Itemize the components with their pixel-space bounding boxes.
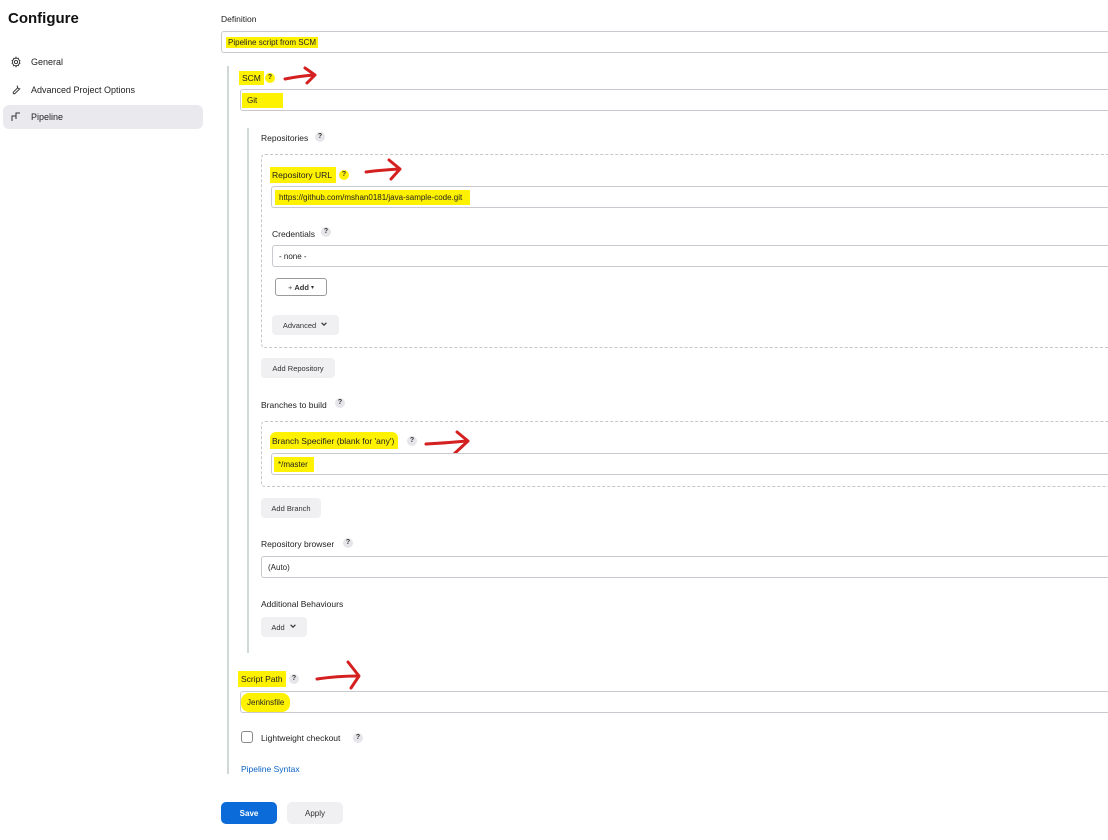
script-path-help-icon[interactable]: ? xyxy=(289,674,299,684)
repository-browser-select[interactable]: (Auto) xyxy=(261,556,1108,578)
definition-label: Definition xyxy=(221,14,257,24)
lightweight-checkout-label: Lightweight checkout xyxy=(261,733,341,743)
sidebar-item-label: Pipeline xyxy=(31,112,64,122)
page-title: Configure xyxy=(8,10,79,27)
credentials-select[interactable]: - none - xyxy=(272,245,1108,267)
add-behaviour-button[interactable]: Add xyxy=(261,617,307,637)
add-branch-button[interactable]: Add Branch xyxy=(261,498,321,518)
script-path-input[interactable]: Jenkinsfile xyxy=(240,691,1108,713)
annotation-arrow-icon xyxy=(364,158,402,181)
repository-browser-help-icon[interactable]: ? xyxy=(343,538,353,548)
branch-specifier-input[interactable]: */master xyxy=(271,453,1108,475)
credentials-value: - none - xyxy=(279,252,307,261)
branch-specifier-value: */master xyxy=(274,457,314,472)
add-repository-label: Add Repository xyxy=(272,363,324,373)
caret-down-icon: ▾ xyxy=(310,284,314,291)
pipeline-syntax-link[interactable]: Pipeline Syntax xyxy=(241,764,300,774)
add-credentials-label: Add xyxy=(294,282,309,292)
repository-url-value: https://github.com/mshan0181/java-sample… xyxy=(275,190,471,205)
branch-specifier-label: Branch Specifier (blank for 'any') xyxy=(270,432,399,449)
scm-select[interactable]: Git xyxy=(240,89,1108,111)
wrench-icon xyxy=(9,83,23,97)
branches-label: Branches to build xyxy=(261,400,327,410)
branch-specifier-help-icon[interactable]: ? xyxy=(407,436,417,446)
sidebar-item-pipeline[interactable]: Pipeline xyxy=(3,105,203,129)
repository-url-help-icon[interactable]: ? xyxy=(339,170,349,180)
save-button[interactable]: Save xyxy=(221,802,277,824)
credentials-label: Credentials xyxy=(272,229,315,239)
sidebar-item-general[interactable]: General xyxy=(3,50,203,74)
chevron-down-icon xyxy=(320,320,328,330)
pipeline-section-guide xyxy=(227,66,229,774)
sidebar-item-label: Advanced Project Options xyxy=(31,85,136,95)
advanced-button[interactable]: Advanced xyxy=(272,315,339,335)
script-path-value: Jenkinsfile xyxy=(241,693,291,712)
scm-value: Git xyxy=(242,93,284,108)
chevron-down-icon xyxy=(289,622,297,632)
add-credentials-button[interactable]: + Add ▾ xyxy=(275,278,327,296)
sidebar-item-advanced-project-options[interactable]: Advanced Project Options xyxy=(3,78,203,102)
add-behaviour-label: Add xyxy=(271,622,285,632)
repository-browser-label: Repository browser xyxy=(261,539,335,549)
scm-label: SCM xyxy=(239,71,264,85)
add-branch-label: Add Branch xyxy=(271,503,311,513)
additional-behaviours-label: Additional Behaviours xyxy=(261,599,344,609)
sidebar-item-label: General xyxy=(31,57,64,67)
lightweight-checkout-checkbox[interactable] xyxy=(241,731,253,743)
repositories-label: Repositories xyxy=(261,133,309,143)
definition-value: Pipeline script from SCM xyxy=(226,37,319,48)
pipeline-icon xyxy=(9,110,23,124)
credentials-help-icon[interactable]: ? xyxy=(321,227,331,237)
add-repository-button[interactable]: Add Repository xyxy=(261,358,335,378)
repository-url-input[interactable]: https://github.com/mshan0181/java-sample… xyxy=(271,186,1108,208)
script-path-label: Script Path xyxy=(238,671,286,687)
definition-select[interactable]: Pipeline script from SCM xyxy=(221,31,1108,53)
lightweight-checkout-help-icon[interactable]: ? xyxy=(353,733,363,743)
repositories-help-icon[interactable]: ? xyxy=(315,132,325,142)
gear-icon xyxy=(9,55,23,69)
plus-icon: + xyxy=(288,282,293,292)
repository-browser-value: (Auto) xyxy=(268,563,290,572)
git-section-guide xyxy=(247,128,249,653)
annotation-arrow-icon xyxy=(315,660,361,690)
branches-help-icon[interactable]: ? xyxy=(335,398,345,408)
apply-button[interactable]: Apply xyxy=(287,802,343,824)
annotation-arrow-icon xyxy=(283,66,317,85)
repository-url-label: Repository URL xyxy=(270,167,336,183)
advanced-label: Advanced xyxy=(282,320,317,330)
scm-help-icon[interactable]: ? xyxy=(265,73,275,83)
